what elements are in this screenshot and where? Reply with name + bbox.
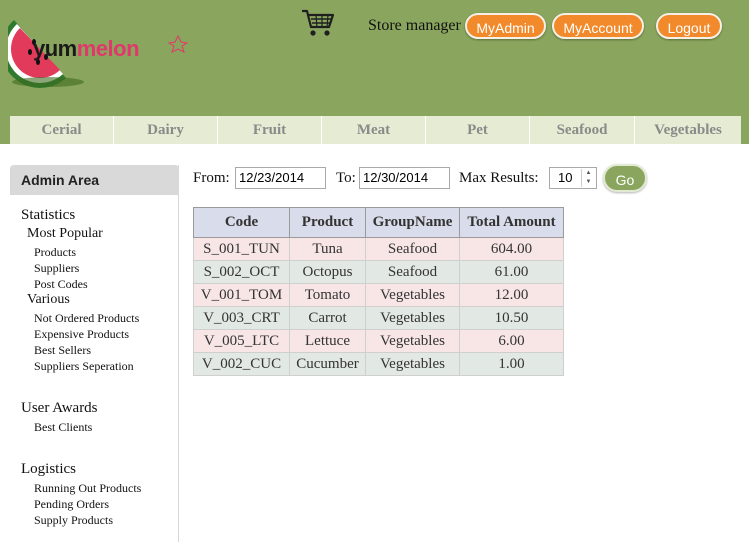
sidebar-link-best-clients[interactable]: Best Clients	[34, 420, 92, 435]
category-tab-vegetables[interactable]: Vegetables	[635, 116, 741, 144]
logo-text-part2: melon	[76, 36, 140, 61]
results-table: Code Product GroupName Total Amount S_00…	[193, 207, 564, 376]
shopping-cart-icon[interactable]	[300, 8, 336, 38]
category-tab-seafood[interactable]: Seafood	[530, 116, 635, 144]
cell-total-amount: 10.50	[459, 306, 564, 330]
stepper-up-arrow-icon[interactable]: ▲	[582, 169, 595, 178]
cell-total-amount: 12.00	[459, 283, 564, 307]
cell-code: V_003_CRT	[193, 306, 290, 330]
cell-total-amount: 61.00	[459, 260, 564, 284]
table-row: V_003_CRT Carrot Vegetables 10.50	[193, 306, 564, 330]
sidebar-heading-logistics: Logistics	[21, 461, 76, 477]
table-row: S_002_OCT Octopus Seafood 61.00	[193, 260, 564, 284]
max-results-stepper[interactable]: 10 ▲ ▼	[549, 167, 597, 189]
table-row: V_005_LTC Lettuce Vegetables 6.00	[193, 329, 564, 353]
sidebar-title: Admin Area	[10, 165, 179, 195]
column-header-code: Code	[193, 207, 290, 238]
to-date-input[interactable]: 12/30/2014	[359, 167, 450, 189]
go-button[interactable]: Go	[603, 164, 647, 192]
cell-product: Octopus	[289, 260, 366, 284]
stepper-buttons: ▲ ▼	[581, 169, 595, 187]
category-tab-cerial[interactable]: Cerial	[10, 116, 114, 144]
sidebar-link-supply-products[interactable]: Supply Products	[34, 513, 113, 528]
table-row: S_001_TUN Tuna Seafood 604.00	[193, 237, 564, 261]
cell-code: V_001_TOM	[193, 283, 290, 307]
cell-product: Lettuce	[289, 329, 366, 353]
cell-groupname: Vegetables	[365, 283, 460, 307]
sidebar-heading-statistics: Statistics	[21, 207, 76, 223]
cell-total-amount: 6.00	[459, 329, 564, 353]
sidebar-heading-user-awards: User Awards	[21, 400, 98, 416]
column-header-total-amount: Total Amount	[459, 207, 564, 238]
cell-product: Tuna	[289, 237, 366, 261]
cell-groupname: Vegetables	[365, 352, 460, 376]
category-tab-dairy[interactable]: Dairy	[114, 116, 218, 144]
category-nav: Cerial Dairy Fruit Meat Pet Seafood Vege…	[10, 116, 741, 144]
cell-code: V_005_LTC	[193, 329, 290, 353]
myadmin-button[interactable]: MyAdmin	[465, 13, 546, 39]
sidebar-link-post-codes[interactable]: Post Codes	[34, 277, 88, 292]
max-results-value: 10	[558, 170, 573, 185]
max-results-label: Max Results:	[459, 170, 539, 186]
sidebar-subheading-various: Various	[27, 292, 70, 307]
logo-text: yummelon	[33, 36, 140, 62]
cell-product: Carrot	[289, 306, 366, 330]
from-label: From:	[193, 170, 230, 186]
cell-groupname: Vegetables	[365, 329, 460, 353]
category-tab-pet[interactable]: Pet	[426, 116, 530, 144]
from-date-input[interactable]: 12/23/2014	[235, 167, 326, 189]
table-row: V_001_TOM Tomato Vegetables 12.00	[193, 283, 564, 307]
to-label: To:	[336, 170, 356, 186]
admin-sidebar: Admin Area Statistics Most Popular Produ…	[10, 165, 179, 542]
table-row: V_002_CUC Cucumber Vegetables 1.00	[193, 352, 564, 376]
category-tab-meat[interactable]: Meat	[322, 116, 426, 144]
cell-groupname: Vegetables	[365, 306, 460, 330]
sidebar-link-not-ordered-products[interactable]: Not Ordered Products	[34, 311, 139, 326]
cell-product: Tomato	[289, 283, 366, 307]
logo-text-part1: yum	[33, 36, 77, 61]
cell-product: Cucumber	[289, 352, 366, 376]
category-tab-fruit[interactable]: Fruit	[218, 116, 322, 144]
store-manager-label: Store manager	[368, 17, 461, 34]
column-header-groupname: GroupName	[365, 207, 460, 238]
sidebar-link-expensive-products[interactable]: Expensive Products	[34, 327, 129, 342]
cell-groupname: Seafood	[365, 237, 460, 261]
cell-total-amount: 1.00	[459, 352, 564, 376]
cell-code: V_002_CUC	[193, 352, 290, 376]
cell-code: S_002_OCT	[193, 260, 290, 284]
sidebar-link-products[interactable]: Products	[34, 245, 76, 260]
sidebar-link-pending-orders[interactable]: Pending Orders	[34, 497, 109, 512]
table-header-row: Code Product GroupName Total Amount	[193, 207, 564, 238]
sidebar-link-suppliers[interactable]: Suppliers	[34, 261, 79, 276]
myaccount-button[interactable]: MyAccount	[552, 13, 644, 39]
stepper-down-arrow-icon[interactable]: ▼	[582, 178, 595, 187]
cell-groupname: Seafood	[365, 260, 460, 284]
sidebar-link-best-sellers[interactable]: Best Sellers	[34, 343, 91, 358]
sidebar-subheading-most-popular: Most Popular	[27, 226, 103, 241]
cell-code: S_001_TUN	[193, 237, 290, 261]
column-header-product: Product	[289, 207, 366, 238]
cell-total-amount: 604.00	[459, 237, 564, 261]
logout-button[interactable]: Logout	[656, 13, 722, 39]
sidebar-link-running-out-products[interactable]: Running Out Products	[34, 481, 141, 496]
sidebar-link-suppliers-seperation[interactable]: Suppliers Seperation	[34, 359, 134, 374]
